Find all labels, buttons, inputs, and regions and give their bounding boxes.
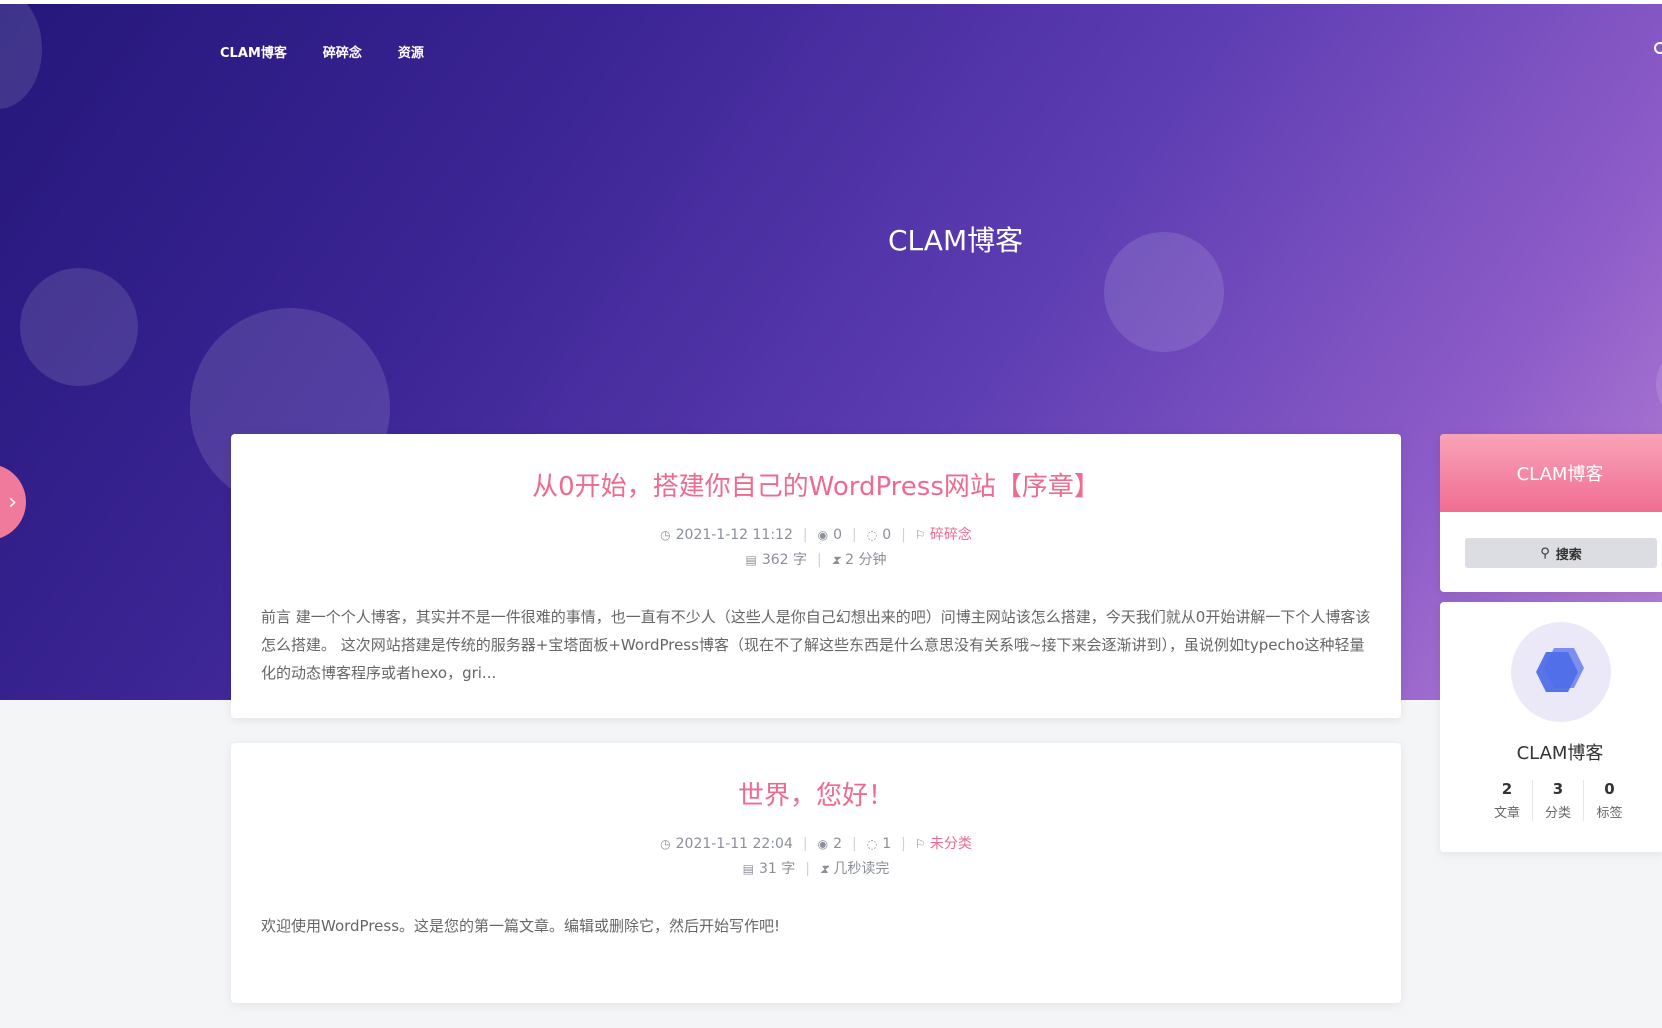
stat-posts[interactable]: 2 文章 [1482,780,1533,821]
post-title[interactable]: 从0开始，搭建你自己的WordPress网站【序章】 [261,466,1371,503]
eye-icon: ◉ [817,837,829,851]
post-word-count: 31 字 [758,861,796,877]
stat-number: 2 [1501,780,1513,798]
hexagon-logo-icon [1536,648,1584,692]
stat-label: 分类 [1544,806,1571,821]
post-excerpt: 前言 建一个个人博客，其实并不是一件很难的事情，也一直有不少人（这些人是你自己幻… [261,608,1371,682]
clock-icon: ◷ [660,837,671,851]
post-comments: 0 [882,527,892,543]
post-card: 世界，您好！ ◷ 2021-1-11 22:04 | ◉ 2 | ◌ 1 | ⚐ 未分类 ▤ 31 字… [231,743,1401,1003]
stat-label: 文章 [1493,806,1520,821]
decor-circle [20,268,138,386]
post-category[interactable]: 碎碎念 [930,523,972,548]
post-date: 2021-1-11 22:04 [675,836,793,852]
post-read-time: 2 分钟 [845,552,887,568]
chevron-right-icon: › [8,489,17,515]
stat-label: 标签 [1596,806,1623,821]
comment-icon: ◌ [866,837,878,851]
site-title: CLAM博客 [888,224,1024,257]
search-widget: CLAM博客 ⚲ 搜索 [1440,434,1662,592]
nav-item-resources[interactable]: 资源 [398,42,424,61]
profile-stats: 2 文章 3 分类 0 标签 [1482,780,1635,821]
eye-icon: ◉ [817,528,829,542]
profile-name: CLAM博客 [1516,743,1604,764]
post-card: 从0开始，搭建你自己的WordPress网站【序章】 ◷ 2021-1-12 11… [231,434,1401,718]
post-list: 从0开始，搭建你自己的WordPress网站【序章】 ◷ 2021-1-12 11… [231,434,1401,1028]
search-icon: ⚲ [1540,545,1550,561]
post-views: 2 [833,836,842,852]
main-nav: CLAM博客 碎碎念 资源 [220,42,424,61]
post-title[interactable]: 世界，您好！ [261,775,1371,812]
search-button[interactable]: ⚲ 搜索 [1465,538,1657,568]
decor-circle [1656,344,1662,424]
post-comments: 1 [882,836,892,852]
hourglass-icon: ⧗ [819,862,829,876]
bookmark-icon: ⚐ [915,837,925,851]
profile-widget: CLAM博客 2 文章 3 分类 0 标签 [1440,602,1662,852]
post-meta: ◷ 2021-1-11 22:04 | ◉ 2 | ◌ 1 | ⚐ 未分类 ▤ 31 字 | ⧗ 几秒读完 [261,832,1371,882]
stat-tags[interactable]: 0 标签 [1584,780,1635,821]
decor-circle [1104,232,1224,352]
search-widget-title: CLAM博客 [1440,434,1662,512]
file-icon: ▤ [742,862,754,876]
stat-categories[interactable]: 3 分类 [1533,780,1584,821]
search-button-label: 搜索 [1555,547,1582,563]
bookmark-icon: ⚐ [915,528,925,542]
post-views: 0 [833,527,842,543]
post-category[interactable]: 未分类 [930,832,972,857]
post-meta: ◷ 2021-1-12 11:12 | ◉ 0 | ◌ 0 | ⚐ 碎碎念 ▤ 362 字 | ⧗ 2 分钟 [261,523,1371,573]
nav-item-thoughts[interactable]: 碎碎念 [323,42,362,61]
stat-number: 0 [1604,780,1615,798]
clock-icon: ◷ [660,528,671,542]
top-border [0,0,1662,4]
post-word-count: 362 字 [761,552,807,568]
stat-number: 3 [1552,780,1564,798]
search-icon[interactable] [1654,42,1662,54]
sidebar: CLAM博客 ⚲ 搜索 CLAM博客 2 文章 3 分类 0 标签 [1440,434,1662,852]
comment-icon: ◌ [866,528,878,542]
hourglass-icon: ⧗ [831,553,841,567]
file-icon: ▤ [745,553,757,567]
post-excerpt: 欢迎使用WordPress。这是您的第一篇文章。编辑或删除它，然后开始写作吧! [261,917,781,935]
post-date: 2021-1-12 11:12 [675,527,793,543]
nav-item-home[interactable]: CLAM博客 [220,42,287,61]
post-read-time: 几秒读完 [833,861,890,877]
decor-circle [0,4,42,109]
avatar[interactable] [1511,622,1611,722]
